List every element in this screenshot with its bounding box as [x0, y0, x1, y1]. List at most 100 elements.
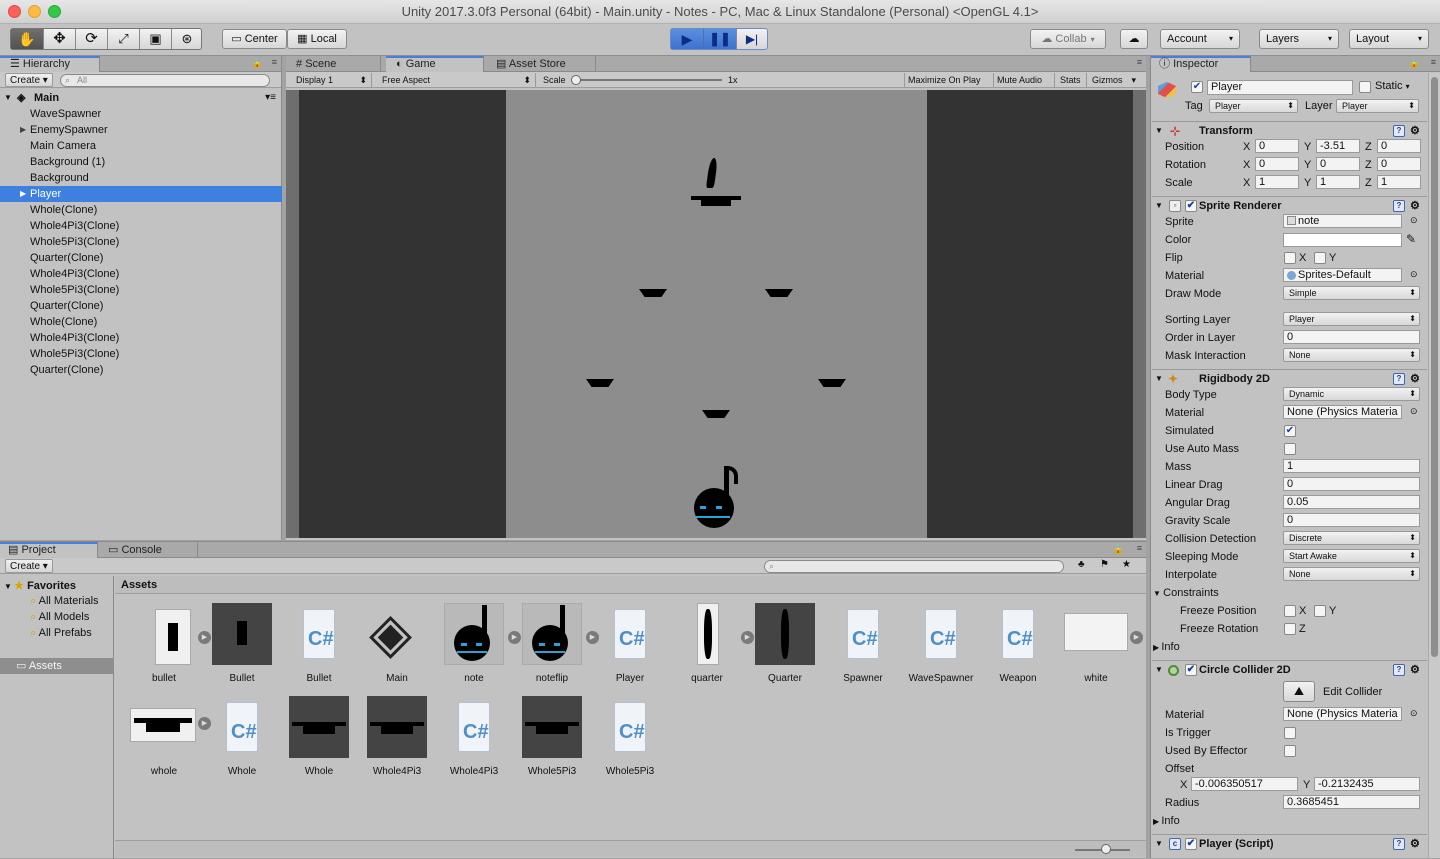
- sprite-field[interactable]: note: [1283, 214, 1402, 228]
- mask-interaction-dropdown[interactable]: None: [1283, 348, 1420, 362]
- asset-item[interactable]: noteflip: [513, 603, 591, 693]
- hierarchy-item[interactable]: Whole4Pi3(Clone): [0, 266, 282, 282]
- asset-item[interactable]: C# Spawner: [824, 603, 902, 693]
- used-by-effector-checkbox[interactable]: [1284, 745, 1296, 757]
- asset-item[interactable]: C# Player: [591, 603, 669, 693]
- panel-menu-icon[interactable]: ≡: [1137, 543, 1142, 553]
- transform-tool-icon[interactable]: ⊛: [171, 29, 202, 49]
- favorite-star-icon[interactable]: ★: [1122, 559, 1131, 570]
- circle-collider-header[interactable]: ▼ ✔ Circle Collider 2D ? ⚙: [1152, 660, 1427, 678]
- tab-hierarchy[interactable]: ☰ Hierarchy: [0, 56, 100, 72]
- asset-item[interactable]: C# WaveSpawner: [902, 603, 980, 693]
- sprite-renderer-header[interactable]: ▼ ▫ ✔ Sprite Renderer ? ⚙: [1152, 196, 1427, 214]
- pivot-local-button[interactable]: ▦ Local: [287, 29, 347, 49]
- object-picker-icon[interactable]: ⊙: [1410, 215, 1418, 226]
- help-icon[interactable]: ?: [1393, 838, 1405, 850]
- sleeping-mode-dropdown[interactable]: Start Awake: [1283, 549, 1420, 563]
- icon-size-slider-thumb[interactable]: [1101, 844, 1111, 854]
- body-type-dropdown[interactable]: Dynamic: [1283, 387, 1420, 401]
- static-checkbox[interactable]: [1359, 81, 1371, 93]
- simulated-checkbox[interactable]: ✔: [1284, 425, 1296, 437]
- hierarchy-item[interactable]: Background: [0, 170, 282, 186]
- rotation-x-field[interactable]: 0: [1255, 157, 1299, 171]
- object-picker-icon[interactable]: ⊙: [1410, 406, 1418, 417]
- hierarchy-search-input[interactable]: ⌕ All: [60, 74, 270, 87]
- collider-info-foldout[interactable]: ▶ Info: [1153, 815, 1180, 827]
- layers-dropdown[interactable]: Layers ▾: [1259, 29, 1339, 49]
- object-picker-icon[interactable]: ⊙: [1410, 269, 1418, 280]
- freeze-rotation-z-checkbox[interactable]: [1284, 623, 1296, 635]
- asset-item[interactable]: Whole4Pi3: [358, 696, 436, 786]
- lock-icon[interactable]: 🔒: [1409, 58, 1420, 69]
- linear-drag-field[interactable]: 0: [1283, 477, 1420, 491]
- asset-item[interactable]: note: [435, 603, 513, 693]
- asset-item[interactable]: quarter: [668, 603, 746, 693]
- mute-audio-toggle[interactable]: Mute Audio: [993, 73, 1045, 87]
- gear-icon[interactable]: ⚙: [1410, 835, 1420, 853]
- color-swatch[interactable]: [1283, 233, 1402, 247]
- hierarchy-item[interactable]: Main Camera: [0, 138, 282, 154]
- gear-icon[interactable]: ⚙: [1410, 197, 1420, 215]
- asset-item[interactable]: ◈ Main: [358, 603, 436, 693]
- active-checkbox[interactable]: ✔: [1191, 81, 1203, 93]
- object-picker-icon[interactable]: ⊙: [1410, 708, 1418, 719]
- freeze-position-x-checkbox[interactable]: [1284, 605, 1296, 617]
- account-dropdown[interactable]: Account ▾: [1160, 29, 1240, 49]
- scale-slider-thumb[interactable]: [571, 75, 581, 85]
- rotate-tool-icon[interactable]: ⟳: [75, 29, 107, 49]
- step-button[interactable]: ▶|: [736, 29, 767, 49]
- asset-item[interactable]: white: [1057, 603, 1135, 693]
- hierarchy-item[interactable]: Whole5Pi3(Clone): [0, 346, 282, 362]
- hierarchy-item[interactable]: Whole4Pi3(Clone): [0, 330, 282, 346]
- favorites-header[interactable]: ▼ ★ Favorites: [4, 579, 76, 592]
- help-icon[interactable]: ?: [1393, 200, 1405, 212]
- breadcrumb[interactable]: Assets: [115, 576, 1146, 594]
- tab-asset-store[interactable]: ▤ Asset Store: [486, 56, 596, 72]
- tab-project[interactable]: ▤ Project: [0, 542, 98, 558]
- collapsed-arrow-icon[interactable]: ▶: [20, 122, 26, 138]
- rigidbody-info-foldout[interactable]: ▶ Info: [1153, 641, 1180, 653]
- expand-sprite-arrow-icon[interactable]: ▶: [1130, 631, 1143, 644]
- project-search-input[interactable]: ⌕: [764, 560, 1064, 573]
- cloud-button[interactable]: ☁: [1120, 29, 1148, 49]
- transform-header[interactable]: ▼ ⊹ Transform ? ⚙: [1152, 121, 1427, 139]
- pivot-center-button[interactable]: ▭ Center: [222, 29, 287, 49]
- favorite-item[interactable]: ⌕ All Materials: [30, 595, 99, 608]
- hierarchy-item[interactable]: Whole(Clone): [0, 314, 282, 330]
- filter-label-icon[interactable]: ⚑: [1100, 559, 1109, 570]
- position-y-field[interactable]: -3.51: [1316, 139, 1360, 153]
- scale-x-field[interactable]: 1: [1255, 175, 1299, 189]
- collab-button[interactable]: ☁ Collab ▾: [1030, 29, 1106, 49]
- scene-header[interactable]: ▼ ◈ Main ▾≡: [0, 90, 282, 106]
- help-icon[interactable]: ?: [1393, 125, 1405, 137]
- mass-field[interactable]: 1: [1283, 459, 1420, 473]
- lock-icon[interactable]: 🔒: [1113, 544, 1124, 555]
- create-button[interactable]: Create ▾: [5, 73, 53, 87]
- position-x-field[interactable]: 0: [1255, 139, 1299, 153]
- stats-toggle[interactable]: Stats: [1054, 73, 1086, 87]
- rotation-y-field[interactable]: 0: [1316, 157, 1360, 171]
- freeze-position-y-checkbox[interactable]: [1314, 605, 1326, 617]
- asset-item[interactable]: Bullet: [203, 603, 281, 693]
- offset-x-field[interactable]: -0.006350517: [1191, 777, 1298, 791]
- hierarchy-item[interactable]: Whole4Pi3(Clone): [0, 218, 282, 234]
- help-icon[interactable]: ?: [1393, 373, 1405, 385]
- constraints-foldout[interactable]: ▼ Constraints: [1153, 587, 1219, 599]
- pause-button[interactable]: ❚❚: [703, 29, 736, 49]
- gear-icon[interactable]: ⚙: [1410, 661, 1420, 679]
- hierarchy-item[interactable]: WaveSpawner: [0, 106, 282, 122]
- panel-menu-icon[interactable]: ≡: [1137, 57, 1142, 67]
- rect-tool-icon[interactable]: ▣: [139, 29, 171, 49]
- hierarchy-item[interactable]: ▶ EnemySpawner: [0, 122, 282, 138]
- script-enabled-checkbox[interactable]: ✔: [1185, 838, 1197, 850]
- game-viewport[interactable]: [286, 90, 1146, 538]
- hierarchy-item[interactable]: Whole5Pi3(Clone): [0, 282, 282, 298]
- hierarchy-item[interactable]: Quarter(Clone): [0, 362, 282, 378]
- asset-item[interactable]: C# Whole5Pi3: [591, 696, 669, 786]
- collapsed-arrow-icon[interactable]: ▶: [20, 186, 26, 202]
- material-field[interactable]: Sprites-Default: [1283, 268, 1402, 282]
- scale-z-field[interactable]: 1: [1377, 175, 1421, 189]
- sprite-renderer-enabled-checkbox[interactable]: ✔: [1185, 200, 1197, 212]
- flip-x-checkbox[interactable]: [1284, 252, 1296, 264]
- tab-scene[interactable]: # Scene: [286, 56, 381, 72]
